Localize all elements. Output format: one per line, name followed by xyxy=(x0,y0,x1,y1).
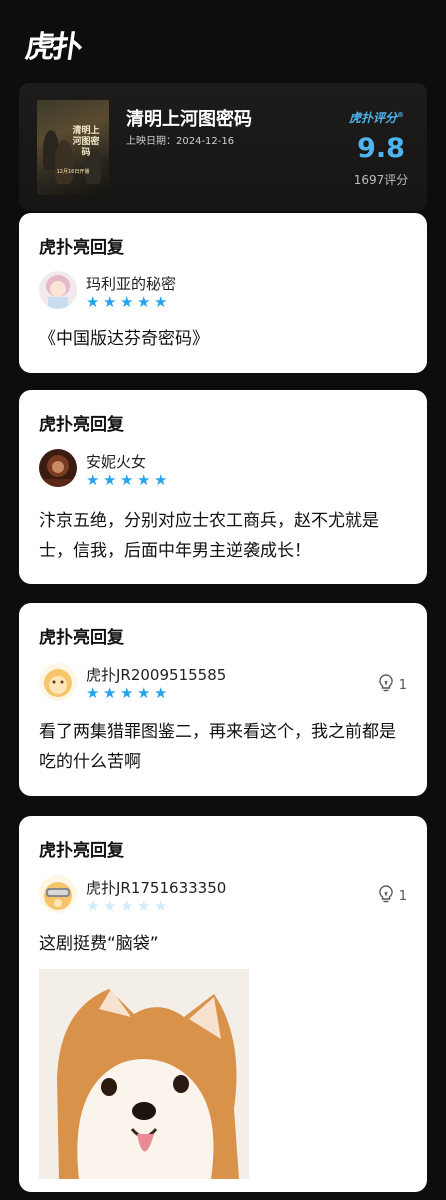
star-icon: ★ xyxy=(137,897,151,915)
comment-text: 这剧挺费“脑袋” xyxy=(39,934,159,954)
star-rating: ★ ★ ★ ★ ★ xyxy=(86,686,169,701)
comment-text: 汴京五绝，分别对应士农工商兵，赵不尤就是士，信我，后面中年男主逆袭成长！ xyxy=(39,511,379,561)
reply-card[interactable]: 虎扑亮回复 虎扑JR2009515585 ★ ★ ★ ★ ★ 1 看了两集猎罪图… xyxy=(19,603,427,796)
star-icon: ★ xyxy=(154,471,168,489)
star-icon: ★ xyxy=(120,684,134,702)
poster-title: 清明上河图密码 xyxy=(72,126,100,158)
avatar[interactable] xyxy=(39,449,77,487)
star-icon: ★ xyxy=(120,897,134,915)
star-rating: ★ ★ ★ ★ ★ xyxy=(86,473,169,488)
reply-card-title: 虎扑亮回复 xyxy=(39,628,124,648)
poster-date: 12月16日开播 xyxy=(56,169,90,175)
hupu-logo: 虎扑 xyxy=(23,30,82,65)
username[interactable]: 虎扑JR1751633350 xyxy=(86,877,226,898)
like-count: 1 xyxy=(398,888,407,904)
reply-card-title: 虎扑亮回复 xyxy=(39,841,124,861)
release-date: 上映日期：2024-12-16 xyxy=(126,136,235,147)
reply-card-title: 虎扑亮回复 xyxy=(39,415,124,435)
reply-card[interactable]: 虎扑亮回复 玛利亚的秘密 ★ ★ ★ ★ ★ 《中国版达芬奇密码》 xyxy=(19,213,427,373)
star-rating: ★ ★ ★ ★ ★ xyxy=(86,899,169,914)
username[interactable]: 虎扑JR2009515585 xyxy=(86,664,226,685)
avatar[interactable] xyxy=(39,271,77,309)
star-icon: ★ xyxy=(86,897,100,915)
star-rating: ★ ★ ★ ★ ★ xyxy=(86,295,169,310)
star-icon: ★ xyxy=(120,293,134,311)
avatar[interactable] xyxy=(39,875,77,913)
comment-text: 《中国版达芬奇密码》 xyxy=(39,329,209,349)
star-icon: ★ xyxy=(137,293,151,311)
star-icon: ★ xyxy=(154,293,168,311)
comment-text: 看了两集猎罪图鉴二，再来看这个，我之前都是吃的什么苦啊 xyxy=(39,722,396,772)
lightbulb-like-icon xyxy=(377,673,395,697)
reply-card-title: 虎扑亮回复 xyxy=(39,238,124,258)
star-icon: ★ xyxy=(137,471,151,489)
star-icon: ★ xyxy=(103,684,117,702)
movie-poster: 清明上河图密码 12月16日开播 xyxy=(37,100,109,195)
movie-card[interactable]: 清明上河图密码 12月16日开播 清明上河图密码 上映日期：2024-12-16… xyxy=(19,83,427,211)
star-icon: ★ xyxy=(154,897,168,915)
rating-label-text: 虎扑评分 xyxy=(349,111,398,125)
username[interactable]: 安妮火女 xyxy=(86,451,146,472)
rating-score: 9.8 xyxy=(357,133,405,164)
username[interactable]: 玛利亚的秘密 xyxy=(86,273,176,294)
reply-card[interactable]: 虎扑亮回复 虎扑JR1751633350 ★ ★ ★ ★ ★ 1 这剧挺费“脑袋… xyxy=(19,816,427,1192)
star-icon: ★ xyxy=(154,684,168,702)
star-icon: ★ xyxy=(137,684,151,702)
star-icon: ★ xyxy=(103,471,117,489)
star-icon: ★ xyxy=(86,684,100,702)
avatar[interactable] xyxy=(39,663,77,701)
registered-mark: ® xyxy=(397,111,405,119)
like-button[interactable]: 1 xyxy=(377,673,407,697)
lightbulb-like-icon xyxy=(377,884,395,908)
star-icon: ★ xyxy=(86,293,100,311)
star-icon: ★ xyxy=(120,471,134,489)
like-count: 1 xyxy=(398,677,407,693)
like-button[interactable]: 1 xyxy=(377,884,407,908)
movie-title: 清明上河图密码 xyxy=(126,109,252,130)
star-icon: ★ xyxy=(103,897,117,915)
rating-label: 虎扑评分® xyxy=(349,109,404,126)
reply-card[interactable]: 虎扑亮回复 安妮火女 ★ ★ ★ ★ ★ 汴京五绝，分别对应士农工商兵，赵不尤就… xyxy=(19,390,427,584)
star-icon: ★ xyxy=(86,471,100,489)
rating-count: 1697评分 xyxy=(353,173,409,187)
star-icon: ★ xyxy=(103,293,117,311)
shiba-dog-photo[interactable] xyxy=(39,969,249,1179)
